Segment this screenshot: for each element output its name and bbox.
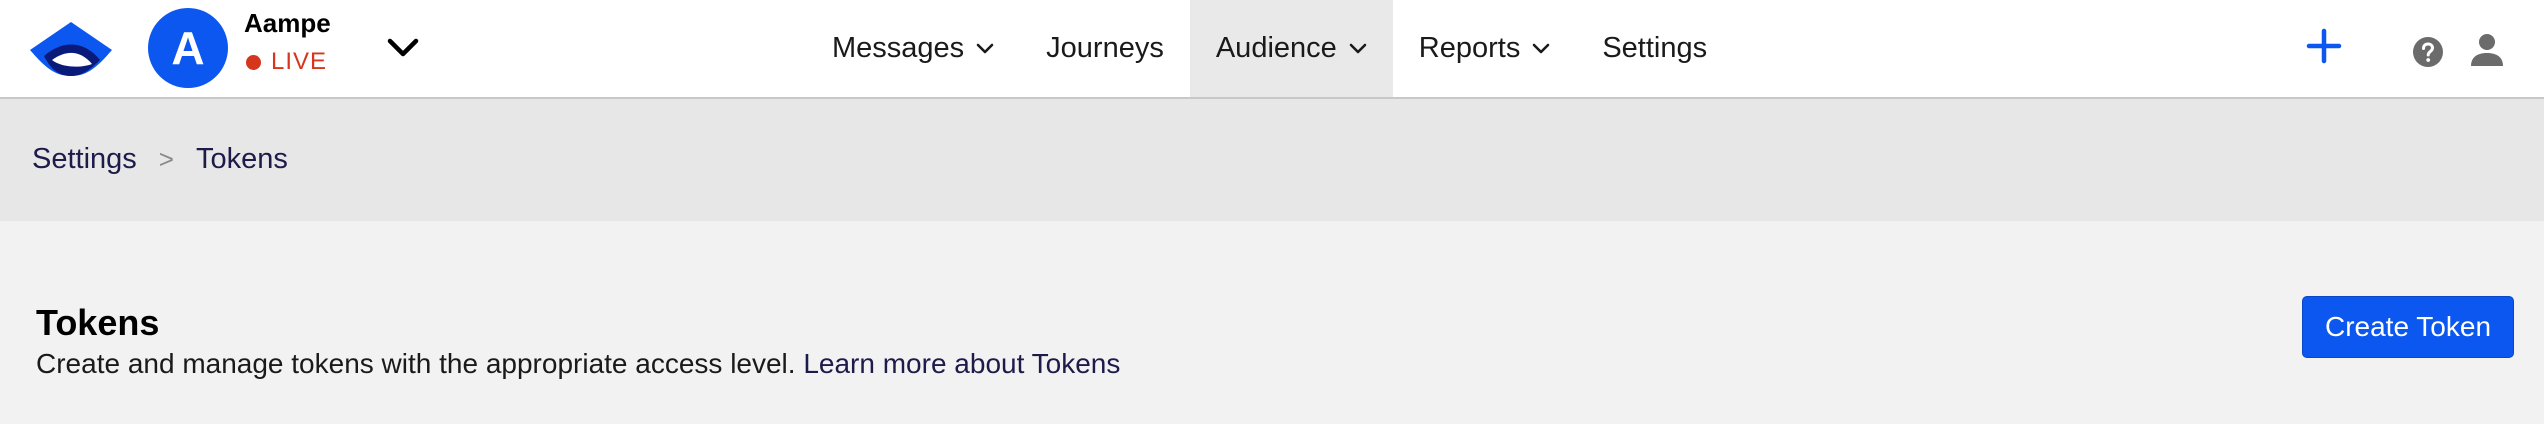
nav-item-messages[interactable]: Messages xyxy=(806,0,1020,97)
nav-item-label: Messages xyxy=(832,32,965,64)
nav-item-audience[interactable]: Audience xyxy=(1189,0,1393,97)
chevron-down-icon xyxy=(976,43,994,53)
plus-icon[interactable] xyxy=(2306,28,2342,64)
account-chevron-down-icon[interactable] xyxy=(386,36,420,60)
breadcrumb-separator: > xyxy=(158,144,174,174)
breadcrumb: Settings > Tokens xyxy=(32,143,288,176)
account-name: Aampe xyxy=(244,8,331,38)
chevron-down-icon xyxy=(1533,43,1550,53)
page-description: Create and manage tokens with the approp… xyxy=(36,348,1120,380)
learn-more-link[interactable]: Learn more about Tokens xyxy=(803,348,1120,379)
help-icon[interactable] xyxy=(2412,36,2444,68)
avatar-letter: A xyxy=(171,22,205,74)
chevron-down-icon xyxy=(1349,43,1367,53)
main-nav: Messages Journeys Audience Reports Setti… xyxy=(806,0,1733,97)
nav-item-label: Settings xyxy=(1602,32,1708,64)
create-token-button[interactable]: Create Token xyxy=(2302,296,2514,358)
account-avatar[interactable]: A xyxy=(148,8,228,88)
live-status-label: LIVE xyxy=(271,48,328,75)
nav-item-settings[interactable]: Settings xyxy=(1576,0,1733,97)
logo-icon[interactable] xyxy=(28,20,114,78)
nav-item-label: Audience xyxy=(1215,32,1337,64)
top-navigation-bar: A Aampe LIVE Messages Journeys Audience … xyxy=(0,0,2544,99)
nav-item-label: Journeys xyxy=(1046,32,1164,64)
user-icon[interactable] xyxy=(2469,32,2505,68)
breadcrumb-item-settings[interactable]: Settings xyxy=(32,143,137,176)
breadcrumb-item-tokens[interactable]: Tokens xyxy=(196,143,288,176)
breadcrumb-bar: Settings > Tokens xyxy=(0,99,2544,221)
page-description-text: Create and manage tokens with the approp… xyxy=(36,348,796,379)
nav-item-reports[interactable]: Reports xyxy=(1393,0,1577,97)
live-dot-icon xyxy=(246,54,261,70)
nav-item-label: Reports xyxy=(1418,32,1521,64)
live-status-badge: LIVE xyxy=(246,48,327,76)
page-title: Tokens xyxy=(36,302,160,343)
nav-item-journeys[interactable]: Journeys xyxy=(1020,0,1190,97)
